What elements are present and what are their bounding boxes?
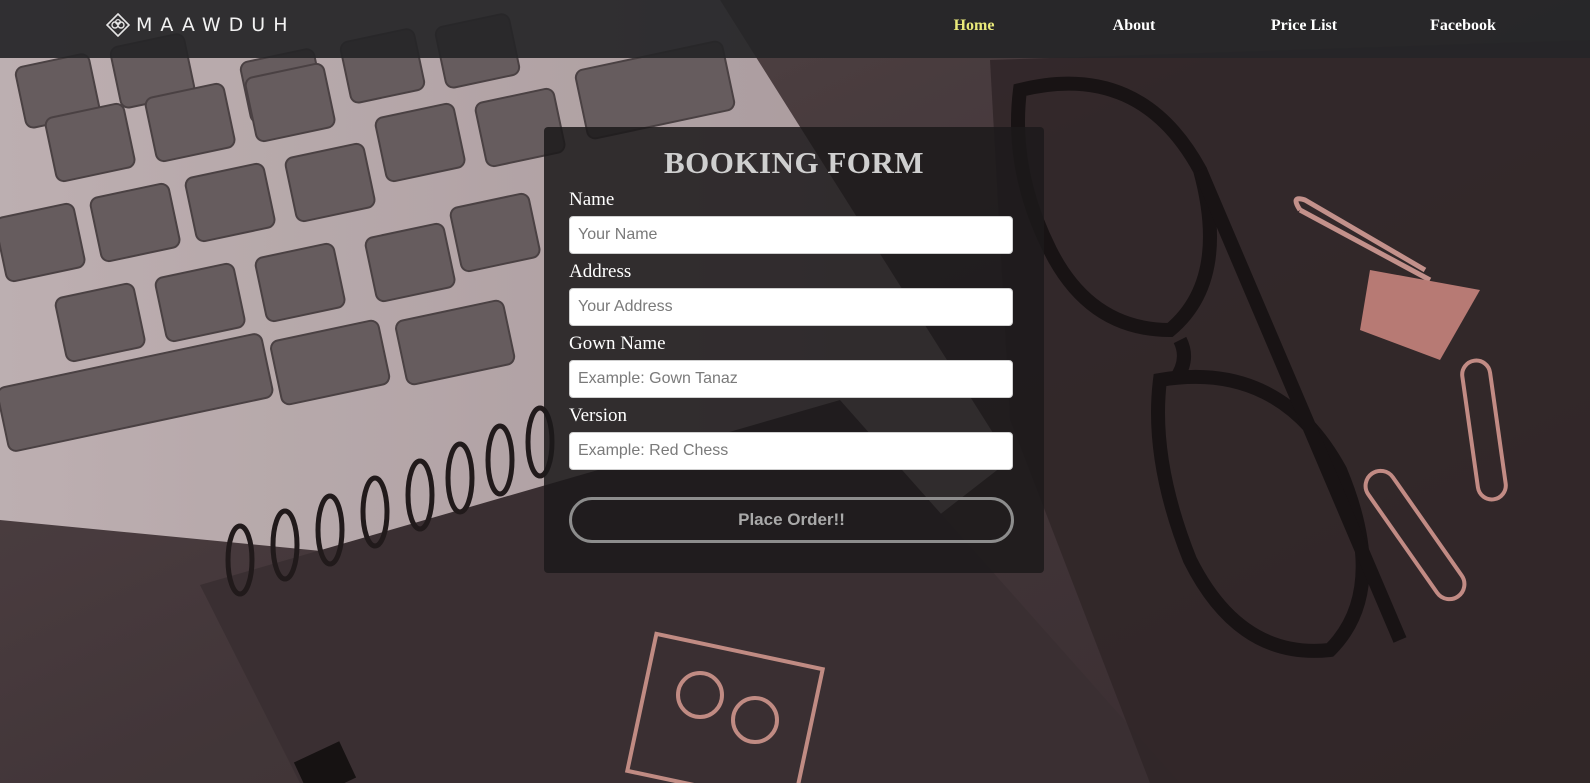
nav-price-list-link[interactable]: Price List: [1271, 17, 1337, 35]
gown-name-label: Gown Name: [569, 333, 666, 354]
version-label: Version: [569, 405, 628, 426]
version-input[interactable]: [569, 432, 1013, 470]
nav-about-link[interactable]: About: [1113, 17, 1156, 35]
name-label: Name: [569, 189, 615, 210]
name-input[interactable]: [569, 216, 1013, 254]
form-title: BOOKING FORM: [663, 145, 925, 180]
gown-name-input[interactable]: [569, 360, 1013, 398]
nav-links: Home About Price List Facebook: [0, 0, 1590, 54]
nav-facebook-link[interactable]: Facebook: [1430, 17, 1496, 35]
top-navbar: MAAWDUH Home About Price List Facebook: [0, 0, 1590, 58]
place-order-button[interactable]: Place Order!!: [569, 497, 1014, 543]
address-input[interactable]: [569, 288, 1013, 326]
nav-home-link[interactable]: Home: [954, 17, 995, 35]
address-label: Address: [569, 261, 632, 282]
booking-form: BOOKING FORM Name Address Gown Name Vers…: [544, 127, 1044, 573]
